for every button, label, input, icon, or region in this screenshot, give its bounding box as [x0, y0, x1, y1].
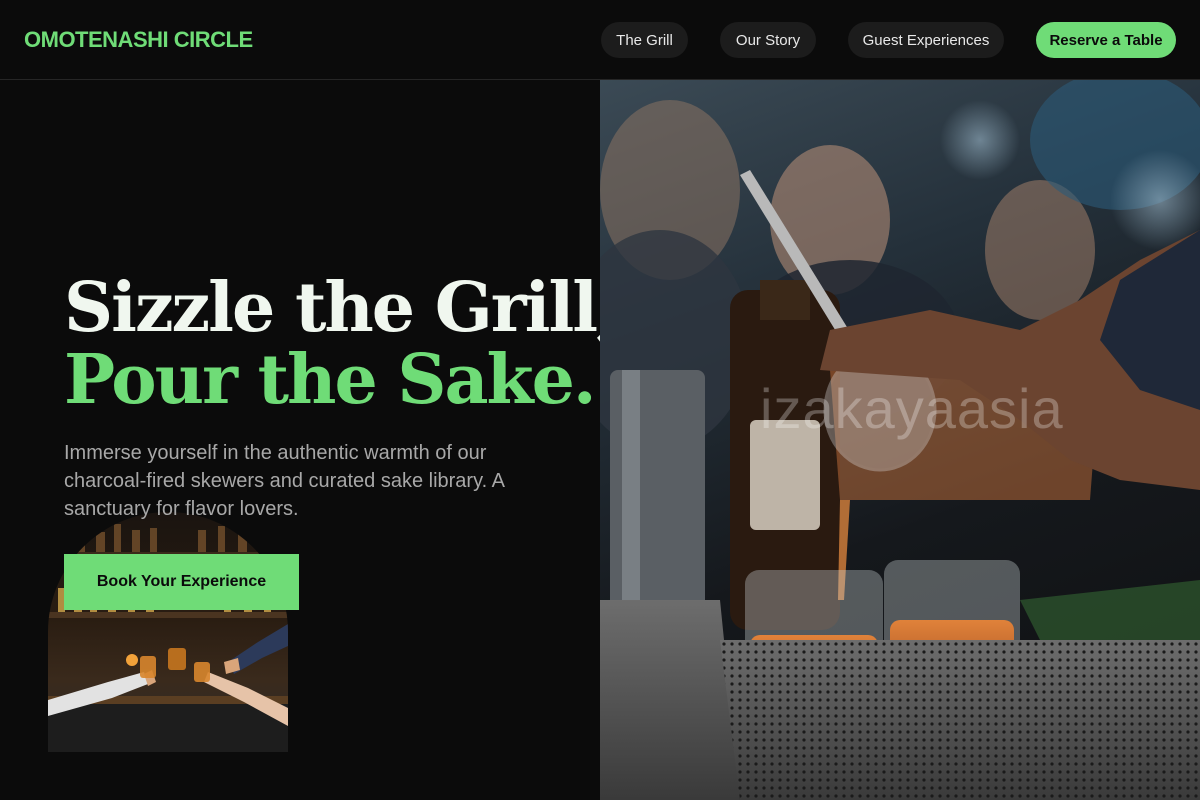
hero-cocktail-photo: izakayaasia: [600, 80, 1200, 800]
book-experience-button[interactable]: Book Your Experience: [64, 554, 299, 610]
headline-line-2: Pour the Sake.: [64, 340, 597, 420]
nav-link-our-story[interactable]: Our Story: [720, 22, 816, 58]
hero-subtext: Immerse yourself in the authentic warmth…: [64, 442, 504, 520]
reserve-table-button[interactable]: Reserve a Table: [1036, 22, 1176, 58]
brand-logo[interactable]: OMOTENASHI CIRCLE: [24, 27, 253, 53]
nav-link-guest-experiences[interactable]: Guest Experiences: [848, 22, 1004, 58]
headline-line-1: Sizzle the Grill,: [64, 268, 620, 348]
bar-toast-illustration: [48, 524, 288, 752]
site-header: OMOTENASHI CIRCLE The Grill Our Story Gu…: [0, 0, 1200, 80]
bar-toast-thumbnail: [48, 512, 288, 752]
hero-headline: Sizzle the Grill, Pour the Sake.: [64, 268, 620, 420]
photo-watermark: izakayaasia: [760, 377, 1064, 440]
nav-link-the-grill[interactable]: The Grill: [601, 22, 688, 58]
